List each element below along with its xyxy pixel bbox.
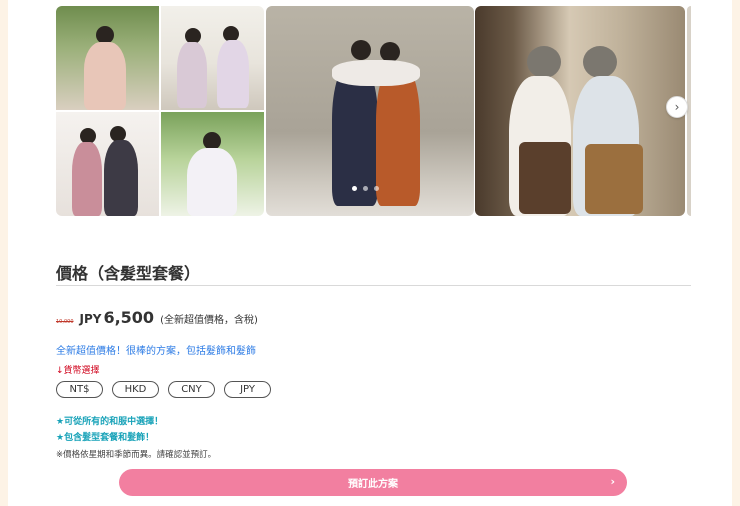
divider [56, 285, 691, 286]
section-title: 價格（含髮型套餐） [56, 264, 201, 283]
collage-photo-4 [161, 112, 264, 216]
photo-carousel[interactable] [56, 6, 691, 216]
currency-select-label: ↓貨幣選擇 [56, 366, 100, 376]
currency-button-cny[interactable]: CNY [168, 381, 215, 398]
collage-photo-1 [56, 6, 159, 110]
carousel-dot[interactable] [352, 186, 357, 191]
currency-button-jpy[interactable]: JPY [224, 381, 271, 398]
price-note: (全新超值價格，含稅) [160, 315, 258, 326]
page-edge-right [732, 0, 740, 506]
currency-button-ntd[interactable]: NT$ [56, 381, 103, 398]
feature-item: ★包含髮型套餐和髮飾！ [56, 433, 155, 443]
currency-button-hkd[interactable]: HKD [112, 381, 159, 398]
collage-photo-2 [161, 6, 264, 110]
carousel-dot[interactable] [374, 186, 379, 191]
currency-options: NT$ HKD CNY JPY [56, 381, 271, 398]
feature-item: ★可從所有的和服中選擇！ [56, 417, 164, 427]
price-disclaimer: ※價格依星期和季節而異。請確認並預訂。 [56, 450, 217, 460]
book-plan-label: 預訂此方案 [348, 479, 398, 490]
price-amount: 6,500 [103, 308, 155, 327]
carousel-next-button[interactable]: › [666, 96, 688, 118]
chevron-right-icon: › [674, 100, 680, 114]
book-plan-button[interactable]: 預訂此方案 › [119, 469, 627, 496]
price-currency: JPY [79, 312, 102, 326]
price-row: 10,000 JPY 6,500 (全新超值價格，含稅) [56, 308, 258, 327]
collage-photo-3 [56, 112, 159, 216]
promo-text: 全新超值價格！很棒的方案，包括髮飾和髮飾 [56, 346, 256, 357]
carousel-dots[interactable] [352, 186, 379, 191]
old-price: 10,000 [56, 319, 74, 325]
chevron-right-icon: › [610, 475, 615, 488]
gallery-photo-third[interactable] [475, 6, 685, 216]
carousel-dot[interactable] [363, 186, 368, 191]
page-edge-left [0, 0, 8, 506]
gallery-photo-collage[interactable] [56, 6, 264, 216]
gallery-photo-partial [687, 6, 691, 216]
gallery-photo-main[interactable] [266, 6, 474, 216]
